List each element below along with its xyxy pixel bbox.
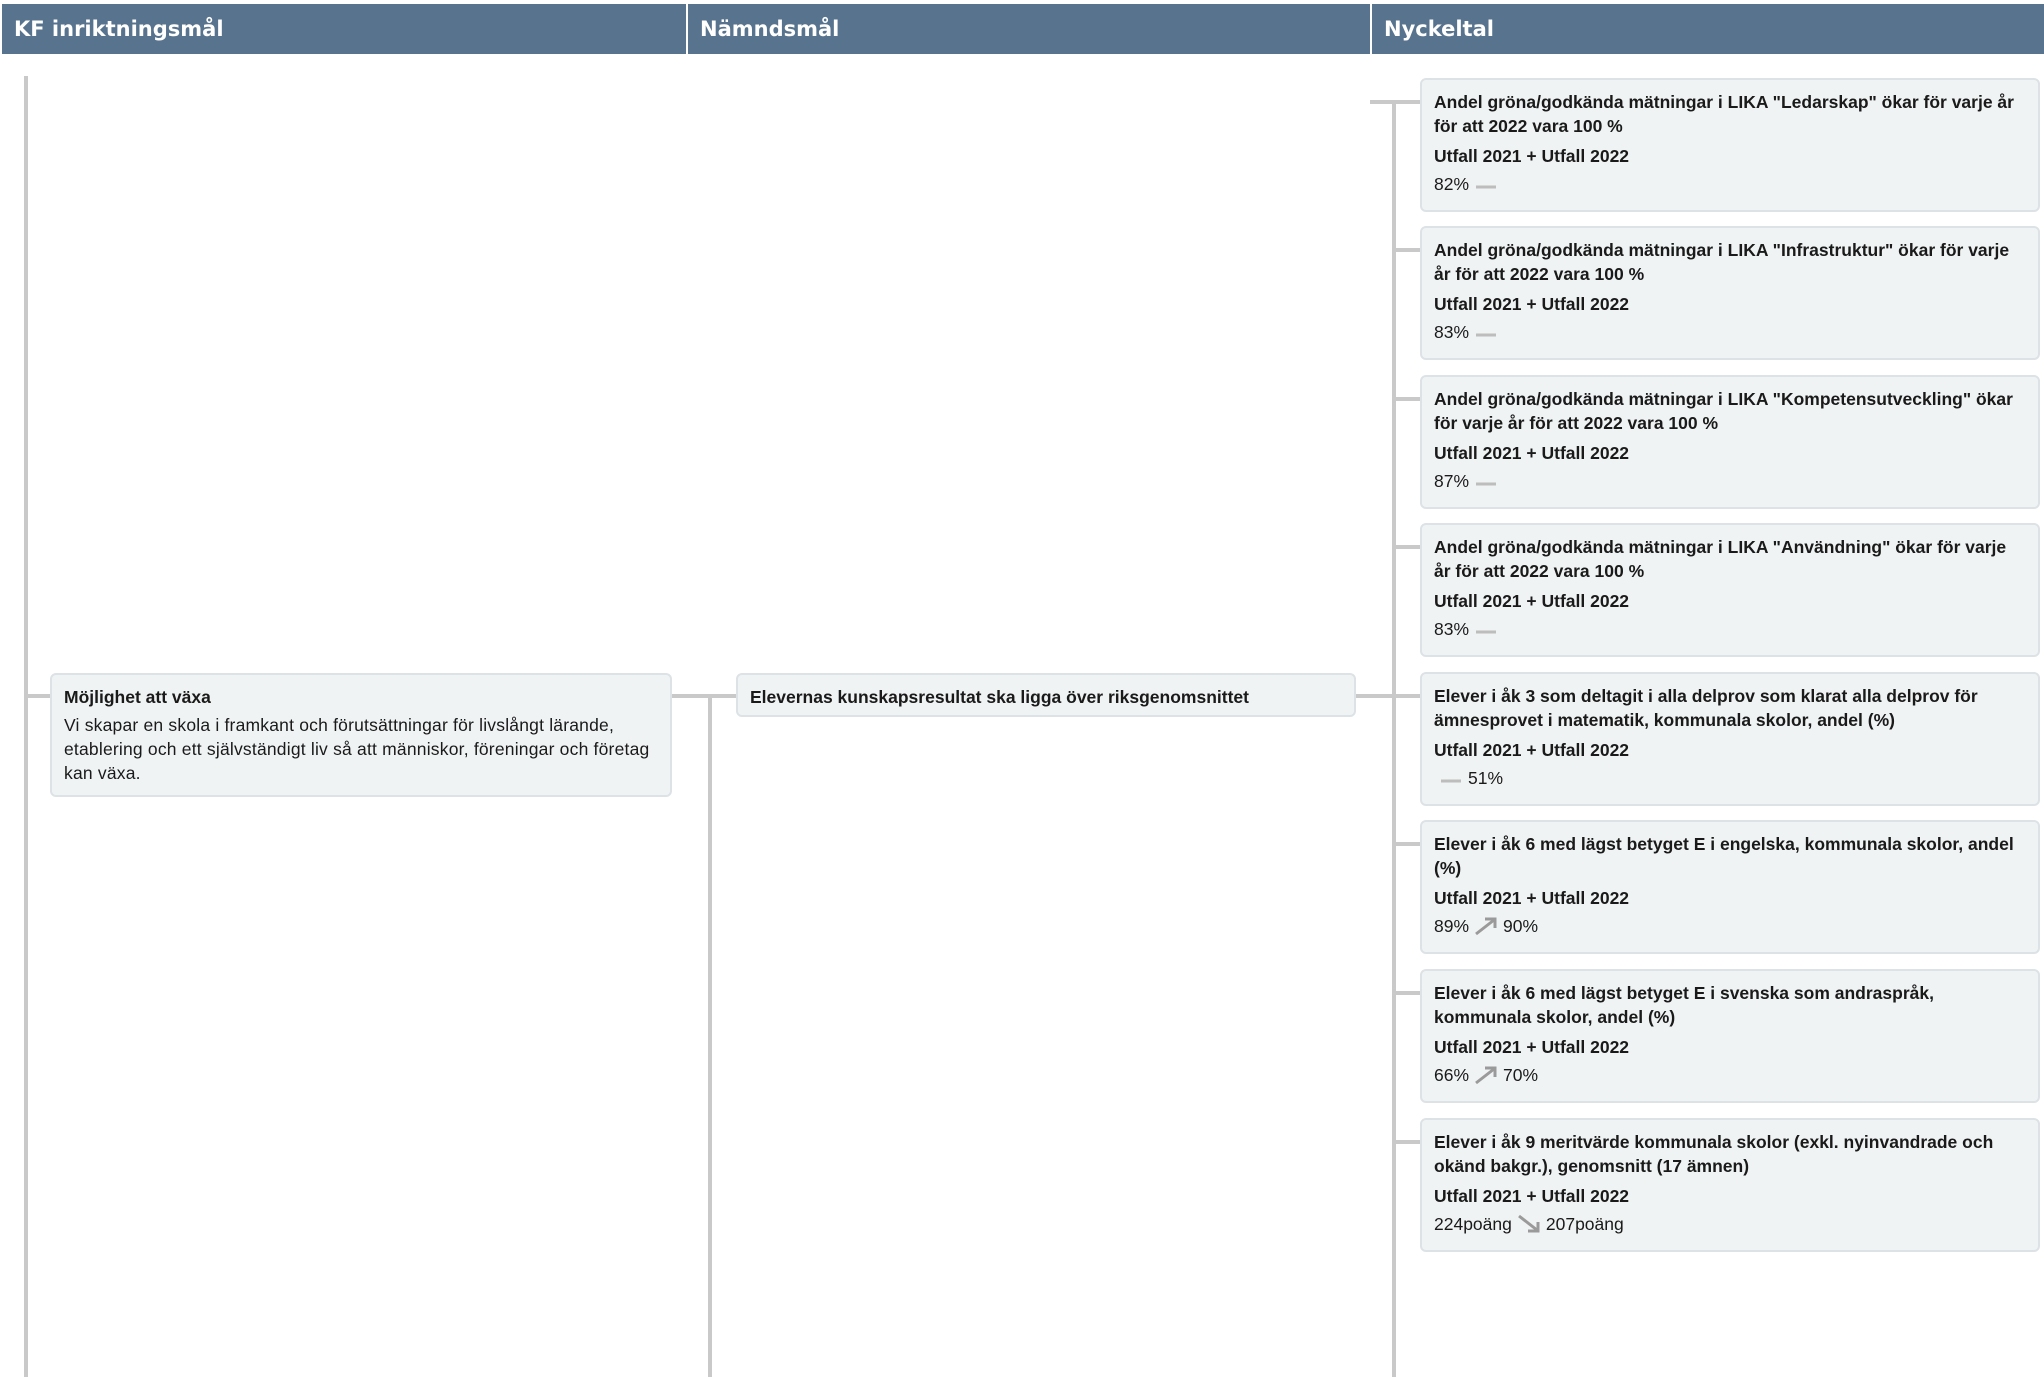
- board-goal-title: Elevernas kunskapsresultat ska ligga öve…: [750, 687, 1249, 707]
- trend-down-icon: [1517, 1214, 1540, 1233]
- indicator-values: 51%: [1434, 766, 2024, 790]
- value-2021: 66%: [1434, 1065, 1470, 1085]
- indicator-title: Andel gröna/godkända mätningar i LIKA "I…: [1434, 240, 2010, 284]
- indicator-title: Andel gröna/godkända mätningar i LIKA "A…: [1434, 537, 2007, 581]
- indicator-subtitle: Utfall 2021 + Utfall 2022: [1434, 146, 1630, 166]
- indicator-title: Elever i åk 6 med lägst betyget E i enge…: [1434, 834, 2014, 878]
- value-2022: 70%: [1503, 1065, 1539, 1085]
- indicator-subtitle: Utfall 2021 + Utfall 2022: [1434, 294, 1630, 314]
- connector-kf-board: [672, 694, 736, 698]
- board-goal-card[interactable]: Elevernas kunskapsresultat ska ligga öve…: [736, 673, 1356, 717]
- indicator-subtitle: Utfall 2021 + Utfall 2022: [1434, 1186, 1630, 1206]
- indicator-card[interactable]: Andel gröna/godkända mätningar i LIKA "A…: [1420, 523, 2040, 657]
- indicator-title: Elever i åk 3 som deltagit i alla delpro…: [1434, 686, 1978, 730]
- trend-flat-icon: [1441, 779, 1461, 783]
- connector-kf-card: [24, 694, 50, 698]
- connector-indicator-top: [1370, 100, 1424, 104]
- header-kf-goals: KF inriktningsmål: [2, 4, 688, 54]
- header-board-goals: Nämndsmål: [688, 4, 1372, 54]
- indicator-subtitle: Utfall 2021 + Utfall 2022: [1434, 591, 1630, 611]
- indicator-values: 83%: [1434, 617, 2024, 641]
- indicator-card[interactable]: Andel gröna/godkända mätningar i LIKA "L…: [1420, 78, 2040, 212]
- trend-flat-icon: [1476, 333, 1497, 337]
- indicator-card[interactable]: Elever i åk 6 med lägst betyget E i sven…: [1420, 969, 2040, 1103]
- indicator-title: Elever i åk 9 meritvärde kommunala skolo…: [1434, 1132, 1994, 1176]
- table-header: KF inriktningsmål Nämndsmål Nyckeltal: [2, 4, 2044, 54]
- connector-board-indicators: [1356, 694, 1422, 698]
- value-2022: 51%: [1468, 768, 1504, 788]
- indicator-values: 87%: [1434, 469, 2024, 493]
- indicator-values: 66% 70%: [1434, 1063, 2024, 1087]
- value-2021: 83%: [1434, 322, 1470, 342]
- indicator-subtitle: Utfall 2021 + Utfall 2022: [1434, 888, 1630, 908]
- value-2021: 87%: [1434, 471, 1470, 491]
- value-2021: 82%: [1434, 174, 1470, 194]
- indicator-title: Andel gröna/godkända mätningar i LIKA "L…: [1434, 92, 2014, 136]
- value-2022: 207poäng: [1545, 1214, 1624, 1234]
- header-indicators: Nyckeltal: [1372, 4, 2044, 54]
- indicator-values: 224poäng 207poäng: [1434, 1212, 2024, 1236]
- indicator-title: Andel gröna/godkända mätningar i LIKA "K…: [1434, 389, 2013, 433]
- tree-line-board: [708, 694, 712, 1377]
- indicator-card[interactable]: Andel gröna/godkända mätningar i LIKA "I…: [1420, 226, 2040, 360]
- indicator-subtitle: Utfall 2021 + Utfall 2022: [1434, 1037, 1630, 1057]
- indicator-card[interactable]: Elever i åk 6 med lägst betyget E i enge…: [1420, 820, 2040, 954]
- kf-goal-card[interactable]: Möjlighet att växa Vi skapar en skola i …: [50, 673, 672, 797]
- indicator-subtitle: Utfall 2021 + Utfall 2022: [1434, 443, 1630, 463]
- trend-flat-icon: [1476, 185, 1497, 189]
- trend-up-icon: [1475, 917, 1497, 936]
- indicator-values: 82%: [1434, 172, 2024, 196]
- tree-line-indicators: [1392, 100, 1396, 1377]
- indicator-values: 89% 90%: [1434, 914, 2024, 938]
- indicator-values: 83%: [1434, 320, 2024, 344]
- trend-flat-icon: [1476, 630, 1497, 634]
- tree-line-kf: [24, 76, 28, 1377]
- indicator-title: Elever i åk 6 med lägst betyget E i sven…: [1434, 983, 1934, 1027]
- value-2021: 224poäng: [1434, 1214, 1512, 1234]
- indicator-card[interactable]: Elever i åk 9 meritvärde kommunala skolo…: [1420, 1118, 2040, 1252]
- indicator-card[interactable]: Elever i åk 3 som deltagit i alla delpro…: [1420, 672, 2040, 806]
- trend-flat-icon: [1476, 482, 1497, 486]
- kf-goal-description: Vi skapar en skola i framkant och föruts…: [64, 715, 650, 783]
- indicator-subtitle: Utfall 2021 + Utfall 2022: [1434, 740, 1630, 760]
- value-2021: 89%: [1434, 916, 1470, 936]
- trend-up-icon: [1475, 1066, 1497, 1085]
- kf-goal-title: Möjlighet att växa: [64, 687, 211, 707]
- value-2022: 90%: [1503, 916, 1539, 936]
- value-2021: 83%: [1434, 619, 1470, 639]
- indicator-card[interactable]: Andel gröna/godkända mätningar i LIKA "K…: [1420, 375, 2040, 509]
